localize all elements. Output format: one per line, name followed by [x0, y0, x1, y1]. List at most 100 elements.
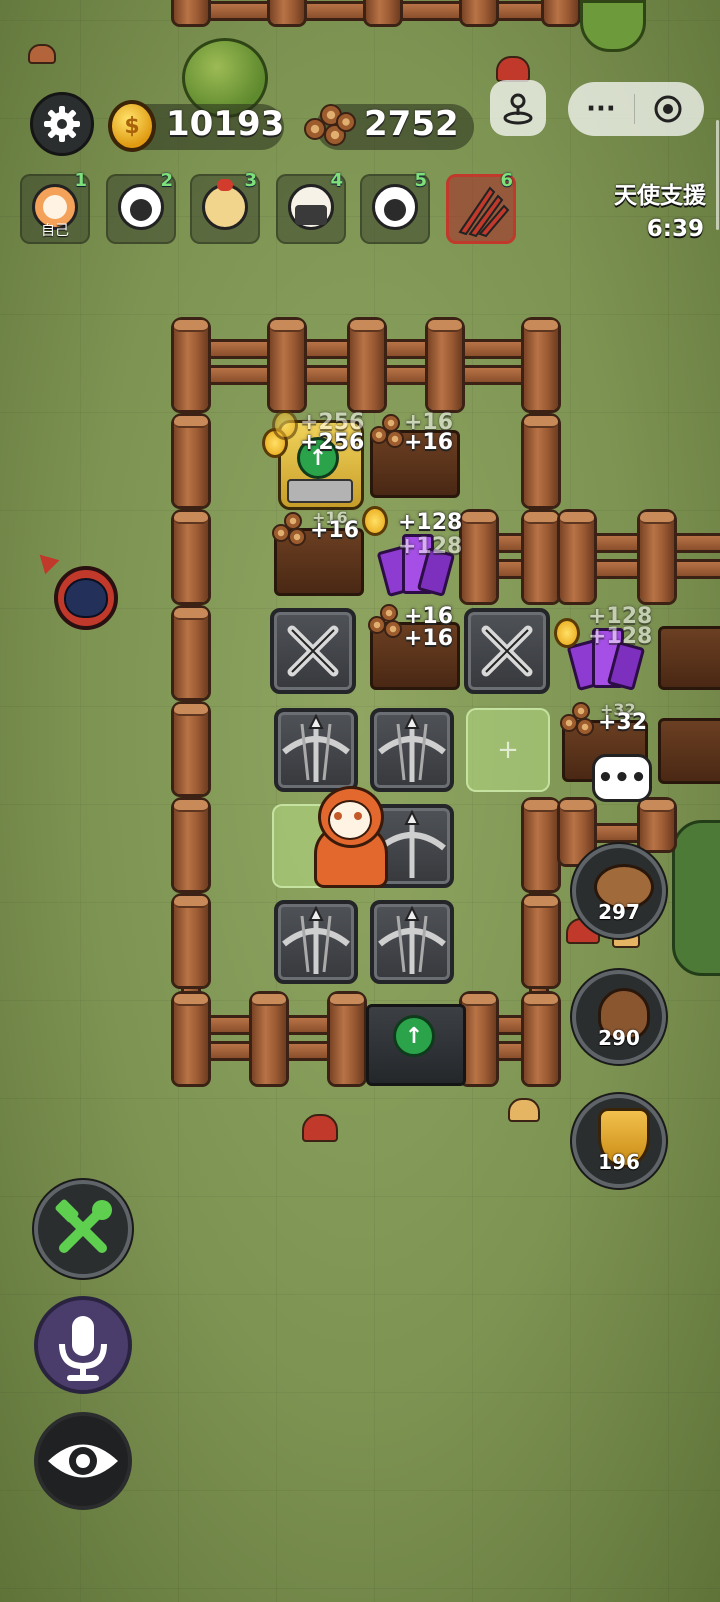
target-icon: [654, 95, 682, 123]
shield-count: 196: [598, 1150, 640, 1174]
gear-icon: [44, 106, 80, 142]
wood-logs-icon: [300, 98, 356, 152]
chicken-sheep-avatar: [202, 179, 248, 230]
plant: [580, 0, 646, 52]
fence-post: [524, 512, 558, 602]
ballista-tower[interactable]: [370, 900, 454, 984]
joystick-button[interactable]: [490, 80, 546, 136]
fence-post: [174, 512, 208, 602]
fence-post: [640, 512, 674, 602]
angel-support-timer: 6:39: [646, 216, 704, 242]
player-card-1[interactable]: 1 自己: [20, 170, 90, 244]
poop-button[interactable]: 290: [572, 970, 666, 1064]
gain-text: +128: [398, 510, 463, 535]
lumber-crate[interactable]: [658, 626, 720, 690]
player-card-4[interactable]: 4: [276, 170, 346, 244]
fence-post: [428, 320, 462, 410]
view-toggle-button[interactable]: [34, 1412, 132, 1510]
wrench-cross-icon: [481, 625, 533, 677]
fence-post: [462, 994, 496, 1084]
ballista-tower[interactable]: [274, 900, 358, 984]
fence-post: [174, 0, 208, 24]
fence-post: [524, 994, 558, 1084]
coin-icon: [554, 618, 580, 648]
ballista-tower[interactable]: [274, 708, 358, 792]
coin-icon: [362, 506, 388, 536]
wood-logs-icon: [272, 512, 310, 546]
mushroom: [302, 1114, 338, 1142]
chat-bubble-button[interactable]: •••: [592, 754, 652, 802]
wood-logs-icon: [560, 702, 598, 736]
shield-button[interactable]: 196: [572, 1094, 666, 1188]
fence-post: [524, 416, 558, 506]
gain-text: +128: [588, 624, 653, 649]
fence-post: [350, 320, 384, 410]
fence-post: [524, 896, 558, 986]
fence-post: [462, 0, 496, 24]
fence-post: [174, 704, 208, 794]
more-button[interactable]: ···: [568, 96, 634, 122]
build-tools-button[interactable]: [34, 1180, 132, 1278]
player-character[interactable]: [310, 786, 388, 888]
fence-post: [270, 0, 304, 24]
wood-logs-icon: [368, 604, 406, 638]
player-card-2[interactable]: 2: [106, 170, 176, 244]
mushroom: [496, 56, 530, 82]
player-number: 4: [330, 170, 343, 191]
enemy-marker[interactable]: [54, 566, 118, 630]
fence-post: [560, 512, 594, 602]
fence-post: [524, 800, 558, 890]
fence-post: [270, 320, 304, 410]
ninja-sheep-avatar: [288, 184, 334, 230]
fence-post: [330, 994, 364, 1084]
gain-text: +256: [300, 430, 365, 455]
player-number: 1: [74, 170, 87, 191]
microphone-icon: [59, 1316, 107, 1381]
player-card-6[interactable]: 6: [446, 170, 516, 244]
player-number: 3: [244, 170, 257, 191]
spiked-gate[interactable]: ↑: [366, 1004, 466, 1086]
fence-post: [366, 0, 400, 24]
poop-count: 290: [598, 1026, 640, 1050]
fence-post: [174, 416, 208, 506]
wrench-cross-icon: [287, 625, 339, 677]
crossbow-icon: [378, 713, 446, 782]
gain-text: +128: [398, 534, 463, 559]
fence-post: [174, 896, 208, 986]
build-tools-icon: [55, 1199, 112, 1253]
player-number: 5: [414, 170, 427, 191]
fence-post: [544, 0, 578, 24]
repair-tools-block[interactable]: [270, 608, 356, 694]
fence-post: [174, 608, 208, 698]
close-button[interactable]: [635, 94, 701, 124]
player-card-5[interactable]: 5: [360, 170, 430, 244]
upgrade-arrow-icon[interactable]: ↑: [393, 1015, 435, 1057]
gain-text: +16: [404, 626, 454, 651]
wood-amount: 2752: [364, 104, 459, 144]
fence-post: [252, 994, 286, 1084]
eye-icon: [48, 1444, 118, 1478]
batman-face-icon: [64, 578, 108, 618]
player-card-3[interactable]: 3: [190, 170, 260, 244]
crossbow-icon: [282, 905, 350, 974]
ballista-tower[interactable]: [370, 708, 454, 792]
voice-chat-button[interactable]: [34, 1296, 132, 1394]
fence-post: [174, 320, 208, 410]
angel-support-label: 天使支援: [614, 183, 706, 209]
gain-text: +32: [598, 710, 648, 735]
empty-build-slot[interactable]: +: [466, 708, 550, 792]
coin-icon: [272, 410, 298, 440]
piggy-bank-button[interactable]: 297: [572, 844, 666, 938]
fence-post: [174, 994, 208, 1084]
settings-button[interactable]: [30, 92, 94, 156]
lumber-crate[interactable]: [658, 718, 720, 784]
repair-tools-block[interactable]: [464, 608, 550, 694]
coin-amount: 10193: [166, 104, 285, 144]
fence-post: [174, 800, 208, 890]
mini-program-capsule: ···: [568, 82, 704, 136]
crossbow-icon: [378, 905, 446, 974]
chat-dots-icon: •••: [597, 763, 647, 793]
fence-post: [640, 800, 674, 850]
fence-post: [524, 320, 558, 410]
fence-rail: [480, 536, 720, 550]
